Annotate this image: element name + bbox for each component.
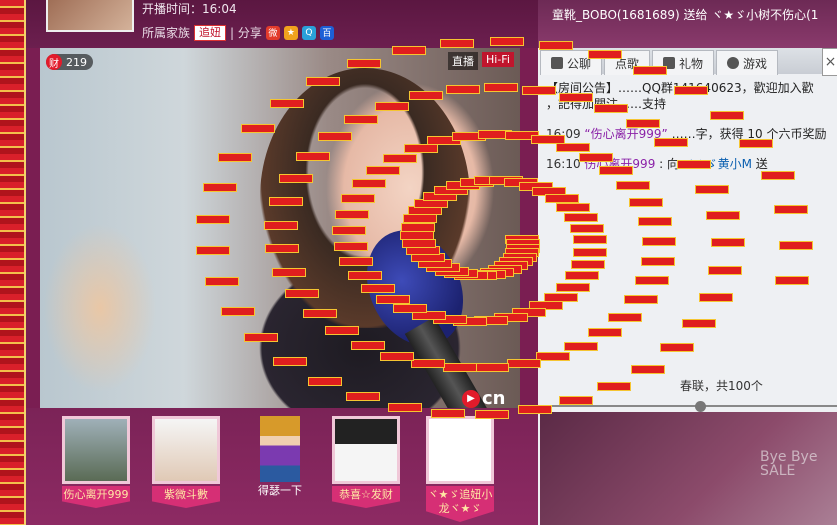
- gift-count-text: 春联，共100个: [680, 379, 763, 393]
- fan-name: 伤心离开999: [62, 486, 130, 508]
- message-time: 16:09: [546, 127, 581, 141]
- tab-games[interactable]: 游戏: [716, 50, 779, 75]
- tab-gifts[interactable]: 礼物: [652, 50, 715, 75]
- baidu-icon[interactable]: 百: [319, 25, 334, 40]
- message-user[interactable]: 伤心离开999: [584, 157, 655, 171]
- chat-messages: 【房间公告】……QQ群141640623，歡迎加入歡 ，記得加關注……支持 16…: [546, 80, 837, 172]
- family-row: 所属家族 追妞 | 分享 微 ★ Q 百: [142, 24, 334, 41]
- weibo-icon[interactable]: 微: [265, 25, 280, 40]
- tab-label: 公聊: [567, 56, 592, 71]
- message-target[interactable]: ヾ★ゞ黄小M: [683, 157, 752, 171]
- announcement-text: ，記得加關注……支持: [546, 97, 667, 111]
- message-text: ……字，获得 10 个六币奖励: [671, 127, 827, 141]
- tqq-icon[interactable]: Q: [301, 25, 316, 40]
- message-text: : 向: [659, 157, 680, 171]
- fan-item[interactable]: ヾ★ゞ追妞小龙ヾ★ゞ: [426, 416, 494, 522]
- decorative-frame: [0, 0, 26, 525]
- message-action: 送: [755, 157, 768, 171]
- fan-name: ヾ★ゞ追妞小龙ヾ★ゞ: [426, 486, 494, 522]
- chat-message: 16:10 伤心离开999 : 向 ヾ★ゞ黄小M 送: [546, 156, 837, 172]
- gift-banner: 童靴_BOBO(1681689) 送给 ヾ★ゞ小树不伤心(1: [538, 0, 837, 48]
- gift-notice: 童靴_BOBO(1681689) 送给 ヾ★ゞ小树不伤心(1: [552, 8, 819, 22]
- ad-text: Bye Bye SALE: [760, 449, 818, 479]
- fan-name: 恭喜☆发财: [332, 486, 400, 508]
- tab-label: 点歌: [615, 56, 640, 71]
- message-time: 16:10: [546, 157, 581, 171]
- fan-avatar[interactable]: [332, 416, 400, 484]
- wealth-badge: 财 219: [46, 54, 93, 70]
- fan-avatar[interactable]: [426, 416, 494, 484]
- fan-avatar[interactable]: [260, 416, 300, 482]
- tab-public-chat[interactable]: 公聊: [540, 50, 603, 75]
- fan-avatar[interactable]: [152, 416, 220, 484]
- chat-message: 【房间公告】……QQ群141640623，歡迎加入歡: [546, 80, 837, 96]
- scroll-track[interactable]: [540, 405, 837, 407]
- fan-ranking: 伤心离开999 紫微斗數 得瑟一下 恭喜☆发财 ヾ★ゞ追妞小龙ヾ★ゞ: [26, 408, 538, 525]
- chat-message: ，記得加關注……支持: [546, 96, 837, 112]
- video-player[interactable]: [40, 48, 520, 408]
- chat-message: 16:09 “伤心离开999” ……字，获得 10 个六币奖励: [546, 126, 837, 142]
- logo-text: cn: [482, 388, 506, 409]
- gift-icon: [663, 57, 676, 69]
- close-icon[interactable]: ×: [822, 48, 837, 76]
- chat-icon: [551, 57, 563, 69]
- live-tag: 直播: [448, 52, 478, 70]
- start-time: 开播时间：16:04: [142, 2, 237, 16]
- site-logo: ▶ cn: [462, 388, 505, 409]
- chat-tabs: 公聊 点歌 礼物 游戏: [540, 48, 837, 75]
- fan-item[interactable]: 得瑟一下: [246, 416, 314, 498]
- wealth-value: 219: [66, 55, 87, 69]
- fan-item[interactable]: 紫微斗數: [152, 416, 220, 508]
- fan-item[interactable]: 恭喜☆发财: [332, 416, 400, 508]
- wealth-icon: 财: [46, 54, 62, 70]
- anchor-avatar[interactable]: [46, 0, 134, 32]
- message-user[interactable]: “伤心离开999”: [584, 127, 667, 141]
- play-logo-icon: ▶: [462, 389, 480, 408]
- family-badge[interactable]: 追妞: [194, 24, 227, 41]
- fan-avatar[interactable]: [62, 416, 130, 484]
- announcement-text: 【房间公告】……QQ群141640623，歡迎加入歡: [546, 81, 814, 95]
- fan-item[interactable]: 伤心离开999: [62, 416, 130, 508]
- tab-label: 游戏: [743, 56, 768, 71]
- tab-label: 礼物: [679, 56, 704, 71]
- family-label: 所属家族: [142, 26, 191, 40]
- gamepad-icon: [727, 57, 740, 69]
- fan-name: 紫微斗數: [152, 486, 220, 508]
- share-label: | 分享: [230, 26, 262, 40]
- tab-song-request[interactable]: 点歌: [604, 50, 651, 75]
- hifi-button[interactable]: Hi-Fi: [482, 52, 514, 67]
- fan-name: 得瑟一下: [258, 484, 302, 497]
- scroll-thumb[interactable]: [695, 401, 706, 412]
- qzone-icon[interactable]: ★: [283, 25, 298, 40]
